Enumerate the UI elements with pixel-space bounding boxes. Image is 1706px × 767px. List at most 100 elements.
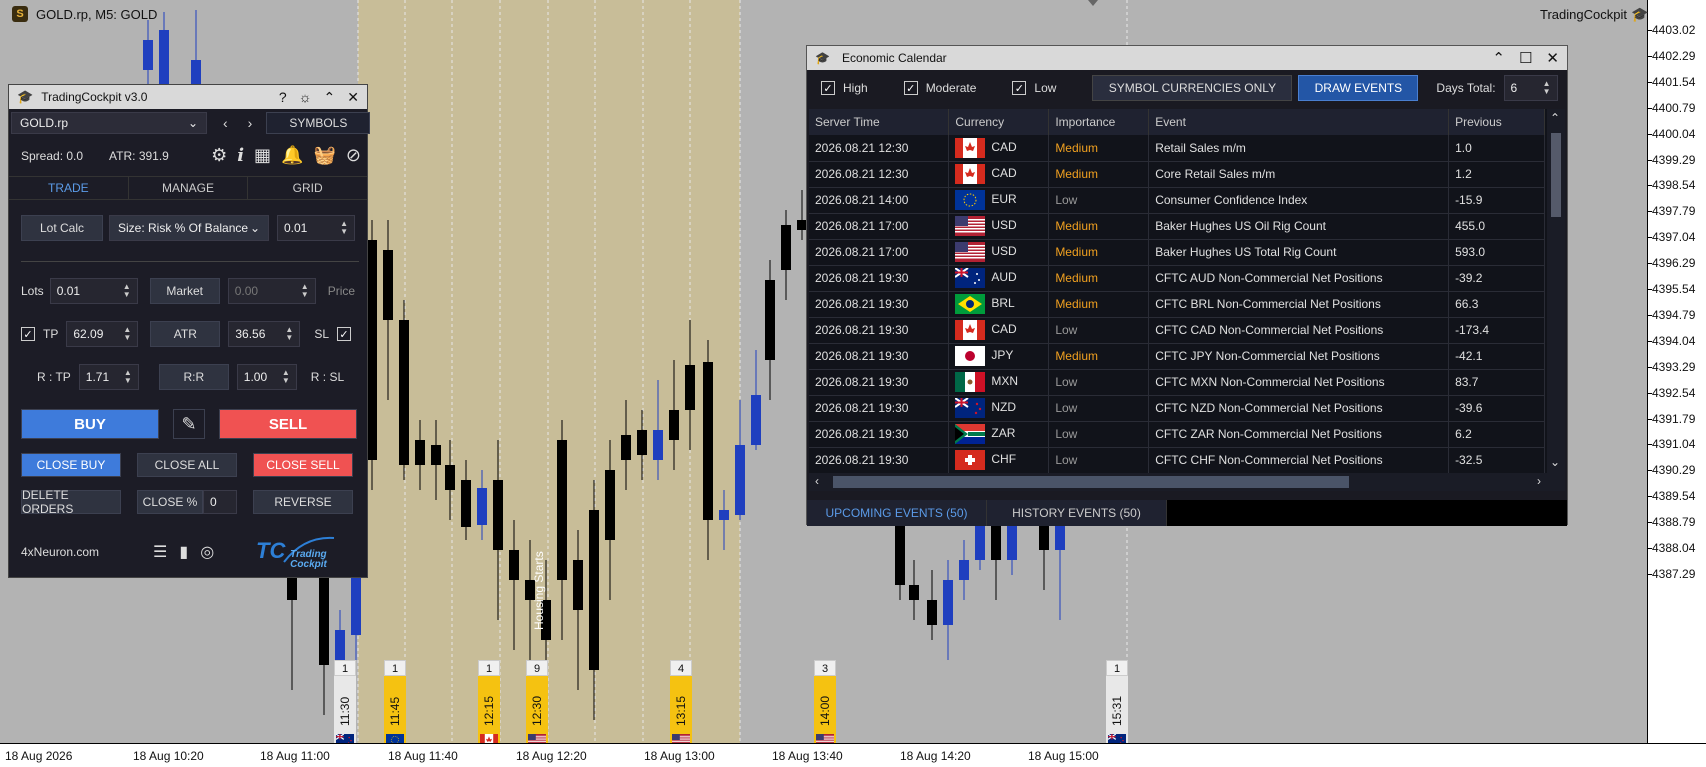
basket-icon[interactable]: 🧺 <box>313 145 335 166</box>
info-icon[interactable]: i <box>237 145 244 166</box>
atr-button[interactable]: ATR <box>150 321 221 347</box>
stepper-icon[interactable]: ▲ ▼ <box>124 369 132 385</box>
event-marker[interactable]: 1 11:45 <box>384 660 406 748</box>
col-server-time[interactable]: Server Time <box>809 109 950 135</box>
table-row[interactable]: 2026.08.21 17:00 USD Medium Baker Hughes US… <box>809 239 1545 266</box>
tab-upcoming-events[interactable]: UPCOMING EVENTS (50) <box>807 500 987 526</box>
stepper-icon[interactable]: ▲ ▼ <box>285 326 293 342</box>
sell-button[interactable]: SELL <box>219 409 357 439</box>
col-previous[interactable]: Previous <box>1448 109 1545 135</box>
close-icon[interactable]: ✕ <box>347 89 359 106</box>
reverse-button[interactable]: REVERSE <box>253 490 353 514</box>
table-row[interactable]: 2026.08.21 19:30 NZD Low CFTC NZD Non-Comme… <box>809 395 1545 422</box>
sl-checkbox[interactable]: ✓ <box>337 327 352 341</box>
table-row[interactable]: 2026.08.21 19:30 CAD Low CFTC CAD Non-Comme… <box>809 317 1545 344</box>
stepper-icon[interactable]: ▲ ▼ <box>1543 80 1551 96</box>
table-row[interactable]: 2026.08.21 19:30 BRL Medium CFTC BRL Non-Co… <box>809 291 1545 318</box>
col-importance[interactable]: Importance <box>1048 109 1150 135</box>
tc-titlebar[interactable]: 🎓 TradingCockpit v3.0 ? ☼ ⌃ ✕ <box>9 85 367 109</box>
stepper-icon[interactable]: ▲ ▼ <box>301 283 309 299</box>
col-event[interactable]: Event <box>1148 109 1450 135</box>
days-total-input[interactable]: 6 ▲ ▼ <box>1503 75 1558 101</box>
lot-calc-button[interactable]: Lot Calc <box>21 215 103 241</box>
scroll-right-icon[interactable]: › <box>1537 474 1541 488</box>
close-buy-button[interactable]: CLOSE BUY <box>21 453 121 477</box>
table-row[interactable]: 2026.08.21 14:00 EUR Low Consumer Confidenc… <box>809 187 1545 214</box>
scroll-left-icon[interactable]: ‹ <box>815 474 819 488</box>
time-axis[interactable]: 18 Aug 2026 18 Aug 10:20 18 Aug 11:00 18 Au… <box>0 743 1706 767</box>
tp-input[interactable]: 62.09 ▲ ▼ <box>66 321 139 347</box>
table-row[interactable]: 2026.08.21 19:30 MXN Low CFTC MXN Non-Comme… <box>809 369 1545 396</box>
bar-chart-icon[interactable]: ▮ <box>179 542 188 562</box>
event-marker[interactable]: 1 11:30 <box>334 660 356 748</box>
stepper-icon[interactable]: ▲ ▼ <box>123 283 131 299</box>
minimize-icon[interactable]: ⌃ <box>324 89 336 106</box>
stepper-icon[interactable]: ▲ ▼ <box>340 220 348 236</box>
scroll-down-icon[interactable]: ⌄ <box>1550 455 1560 469</box>
table-row[interactable]: 2026.08.21 17:00 USD Medium Baker Hughes US… <box>809 213 1545 240</box>
eye-off-icon[interactable]: ⊘ <box>346 145 361 166</box>
low-checkbox[interactable]: ✓ <box>1012 81 1027 95</box>
price-input[interactable]: 0.00 ▲ ▼ <box>227 278 316 304</box>
stepper-icon[interactable]: ▲ ▼ <box>282 369 290 385</box>
price-axis[interactable]: 4403.02 4402.29 4401.54 4400.79 4400.04 4399.… <box>1648 0 1706 743</box>
filter-low[interactable]: ✓ Low <box>1012 81 1056 95</box>
horizontal-scrollbar[interactable]: ‹ › <box>809 473 1565 491</box>
footer-link[interactable]: 4xNeuron.com <box>21 545 99 559</box>
minimize-icon[interactable]: ⌃ <box>1492 49 1505 67</box>
high-checkbox[interactable]: ✓ <box>821 81 835 95</box>
tab-history-events[interactable]: HISTORY EVENTS (50) <box>987 500 1167 526</box>
filter-moderate[interactable]: ✓ Moderate <box>903 81 976 95</box>
event-marker[interactable]: 4 13:15 <box>670 660 692 748</box>
col-currency[interactable]: Currency <box>948 109 1050 135</box>
scroll-up-icon[interactable]: ⌃ <box>1550 111 1560 125</box>
rr-button[interactable]: R:R <box>158 364 229 390</box>
event-marker[interactable]: 9 12:30 <box>526 660 548 748</box>
event-marker[interactable]: 1 15:31 <box>1106 660 1128 748</box>
calendar-icon[interactable]: ▦ <box>254 145 271 166</box>
scroll-thumb[interactable] <box>1551 133 1561 217</box>
scroll-thumb[interactable] <box>833 476 1349 488</box>
stepper-icon[interactable]: ▲ ▼ <box>123 326 131 342</box>
maximize-icon[interactable]: ☐ <box>1519 49 1532 67</box>
r-tp-input[interactable]: 1.71 ▲ ▼ <box>78 364 139 390</box>
ec-titlebar[interactable]: 🎓 Economic Calendar ⌃ ☐ ✕ <box>807 46 1567 70</box>
bell-icon[interactable]: 🔔 <box>281 145 303 166</box>
prev-symbol-icon[interactable]: ‹ <box>223 115 228 131</box>
table-row[interactable]: 2026.08.21 19:30 JPY Medium CFTC JPY Non-Co… <box>809 343 1545 370</box>
list-icon[interactable]: ☰ <box>153 542 167 562</box>
moderate-checkbox[interactable]: ✓ <box>903 81 918 95</box>
close-icon[interactable]: ✕ <box>1546 49 1559 67</box>
delete-orders-button[interactable]: DELETE ORDERS <box>21 488 121 516</box>
table-row[interactable]: 2026.08.21 12:30 CAD Medium Retail Sales m/… <box>809 135 1545 162</box>
close-percent-input[interactable]: 0 <box>203 490 237 514</box>
atr-input[interactable]: 36.56 ▲ ▼ <box>228 321 301 347</box>
r-sl-input[interactable]: 1.00 ▲ ▼ <box>236 364 297 390</box>
tab-grid[interactable]: GRID <box>248 177 367 199</box>
close-sell-button[interactable]: CLOSE SELL <box>253 453 353 477</box>
theme-icon[interactable]: ☼ <box>299 89 312 106</box>
size-mode-select[interactable]: Size: Risk % Of Balance ⌄ <box>109 215 269 241</box>
help-icon[interactable]: ? <box>279 89 287 106</box>
close-percent-button[interactable]: CLOSE % <box>137 490 203 514</box>
table-row[interactable]: 2026.08.21 19:30 AUD Medium CFTC AUD Non-Co… <box>809 265 1545 292</box>
draw-events-button[interactable]: DRAW EVENTS <box>1298 75 1419 101</box>
tab-manage[interactable]: MANAGE <box>129 177 249 199</box>
table-row[interactable]: 2026.08.21 19:30 ZAR Low CFTC ZAR Non-Comme… <box>809 421 1545 448</box>
symbols-button[interactable]: SYMBOLS <box>266 112 371 134</box>
tab-trade[interactable]: TRADE <box>9 177 129 199</box>
tp-checkbox[interactable]: ✓ <box>21 327 35 341</box>
risk-input[interactable]: 0.01 ▲ ▼ <box>277 215 355 241</box>
ghost-icon[interactable]: ◎ <box>200 542 214 562</box>
symbol-currencies-only-button[interactable]: SYMBOL CURRENCIES ONLY <box>1092 75 1293 101</box>
symbol-select[interactable]: GOLD.rp ⌄ <box>11 112 207 134</box>
gear-icon[interactable]: ⚙ <box>211 145 227 166</box>
vertical-scrollbar[interactable]: ⌃ ⌄ <box>1547 109 1565 473</box>
buy-button[interactable]: BUY <box>21 409 159 439</box>
events-table-container[interactable]: Server Time Currency Importance Event Pr… <box>809 109 1565 473</box>
filter-high[interactable]: ✓ High <box>821 81 868 95</box>
event-marker[interactable]: 1 12:15 <box>478 660 500 748</box>
edit-icon[interactable]: ✎ <box>173 409 205 439</box>
table-row[interactable]: 2026.08.21 12:30 CAD Medium Core Retail Sal… <box>809 161 1545 188</box>
lots-input[interactable]: 0.01 ▲ ▼ <box>49 278 138 304</box>
